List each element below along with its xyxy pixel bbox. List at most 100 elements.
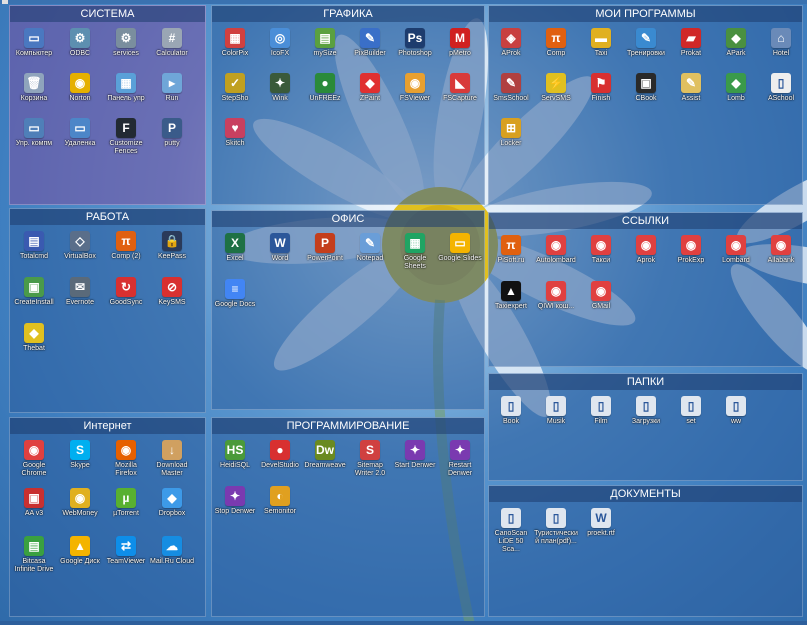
desktop-shortcut[interactable]: ◉ Allabank [759,235,803,265]
desktop-shortcut[interactable]: ◉ Autolombard [534,235,578,265]
desktop-shortcut[interactable]: W Word [258,233,302,263]
desktop-shortcut[interactable]: ◆ Dropbox [150,488,194,518]
desktop-shortcut[interactable]: Ps Photoshop [393,28,437,58]
desktop-shortcut[interactable]: S Sitemap Writer 2.0 [348,440,392,478]
desktop-shortcut[interactable]: ◉ Такси [579,235,623,265]
desktop-shortcut[interactable]: ▦ ColorPix [213,28,257,58]
desktop-shortcut[interactable]: ⌂ Hotel [759,28,803,58]
desktop-shortcut[interactable]: ◉ QIWI кош... [534,281,578,311]
desktop-shortcut[interactable]: P PowerPoint [303,233,347,263]
desktop-shortcut[interactable]: HS HeidiSQL [213,440,257,470]
desktop-shortcut[interactable]: 🗑 Корзина [12,73,56,103]
desktop-shortcut[interactable]: ▯ ASchool [759,73,803,103]
desktop-shortcut[interactable]: ● UnFREEz [303,73,347,103]
desktop-shortcut[interactable]: µ µTorrent [104,488,148,518]
desktop-shortcut[interactable]: ◆ APark [714,28,758,58]
desktop-shortcut[interactable]: ✎ Тренировки [624,28,668,58]
desktop-shortcut[interactable]: ◉ ProkExp [669,235,713,265]
desktop-shortcut[interactable]: ⚑ Finish [579,73,623,103]
desktop-shortcut[interactable]: ⚙ services [104,28,148,58]
desktop-shortcut[interactable]: ◆ Thebat [12,323,56,353]
desktop-shortcut[interactable]: ▰ Prokat [669,28,713,58]
desktop-shortcut[interactable]: ▯ Film [579,396,623,426]
desktop-shortcut[interactable]: ◈ AProk [489,28,533,58]
desktop-shortcut[interactable]: ≡ Google Docs [213,279,257,309]
desktop-shortcut[interactable]: MpMetro [438,28,482,58]
shortcut-label: VirtualBox [64,253,96,260]
desktop-shortcut[interactable]: ◉ Lombard [714,235,758,265]
desktop-shortcut[interactable]: 🔒 KeePass [150,231,194,261]
desktop-shortcut[interactable]: ▭ Упр. компм [12,118,56,148]
desktop-shortcut[interactable]: ▲ Taxiexpert [489,281,533,311]
desktop-shortcut[interactable]: F Customize Fences [104,118,148,156]
desktop-shortcut[interactable]: ◐ Semonitor [258,486,302,516]
desktop-shortcut[interactable]: ✦ Restart Denwer [438,440,482,478]
desktop-shortcut[interactable]: ▯ Book [489,396,533,426]
desktop-shortcut[interactable]: ◎ IcoFX [258,28,302,58]
shortcut-label: Norton [69,95,91,102]
desktop-shortcut[interactable]: ▸ Run [150,73,194,103]
desktop-shortcut[interactable]: ✉ Evernote [58,277,102,307]
desktop-shortcut[interactable]: ⇄ TeamViewer [104,536,148,566]
desktop-shortcut[interactable]: ◉ WebMoney [58,488,102,518]
panel-grafika: ГРАФИКА ▦ ColorPix ◎ IcoFX ▤ mySize ✎ PixBuilde… [211,5,485,205]
desktop-shortcut[interactable]: ◆ Lomb [714,73,758,103]
shortcut-label: putty [164,140,180,147]
desktop-shortcut[interactable]: ● DevelStudio [258,440,302,470]
desktop-shortcut[interactable]: Wproekt.rtf [579,508,623,538]
desktop-shortcut[interactable]: Dw Dreamweave [303,440,347,470]
desktop-shortcut[interactable]: ▬ Taxi [579,28,623,58]
desktop-shortcut[interactable]: ✎ Notepad [348,233,392,263]
desktop-shortcut[interactable]: X Excel [213,233,257,263]
desktop-shortcut[interactable]: ↻ GoodSync [104,277,148,307]
desktop-shortcut[interactable]: ◉ FSViewer [393,73,437,103]
desktop-shortcut[interactable]: ▯ Musik [534,396,578,426]
desktop-shortcut[interactable]: ▣ AA v3 [12,488,56,518]
desktop-shortcut[interactable]: ▭ Компьютер [12,28,56,58]
desktop-shortcut[interactable]: ▦ Google Sheets [393,233,437,271]
desktop-shortcut[interactable]: ◉ Mozilla Firefox [104,440,148,478]
desktop-shortcut[interactable]: ▣ CBook [624,73,668,103]
desktop-shortcut[interactable]: ▭ Удаленка [58,118,102,148]
desktop-shortcut[interactable]: ◆ ZPaint [348,73,392,103]
desktop-shortcut[interactable]: ⊞ Locker [489,118,533,148]
desktop-shortcut[interactable]: ◉ Norton [58,73,102,103]
desktop-shortcut[interactable]: ✓ StepSho [213,73,257,103]
desktop-shortcut[interactable]: ◉ GMail [579,281,623,311]
desktop-shortcut[interactable]: ▣ CreateInstall [12,277,56,307]
desktop-shortcut[interactable]: Pputty [150,118,194,148]
desktop-shortcut[interactable]: ♥ Skitch [213,118,257,148]
desktop-shortcut[interactable]: ⊘ KeySMS [150,277,194,307]
desktop-shortcut[interactable]: ⚙ ODBC [58,28,102,58]
desktop-shortcut[interactable]: ✦ Wink [258,73,302,103]
desktop-shortcut[interactable]: ↓ Download Master [150,440,194,478]
desktop-shortcut[interactable]: ✦ Stop Denwer [213,486,257,516]
desktop-shortcut[interactable]: ▭ Google Slides [438,233,482,263]
desktop-shortcut[interactable]: ▯ Туристический план(pdf)... [534,508,578,546]
desktop-shortcut[interactable]: ▲ Google Диск [58,536,102,566]
desktop-shortcut[interactable]: ⚡ ServSMS [534,73,578,103]
desktop-shortcut[interactable]: ▯ set [669,396,713,426]
desktop-shortcut[interactable]: ✦ Start Denwer [393,440,437,470]
desktop-shortcut[interactable]: ▦ Панель упр [104,73,148,103]
desktop-shortcut[interactable]: ◣ FSCapture [438,73,482,103]
desktop-shortcut[interactable]: π PiSoft.ru [489,235,533,265]
desktop-shortcut[interactable]: ▤ Bitcasa Infinite Drive [12,536,56,574]
desktop-shortcut[interactable]: ✎ PixBuilder [348,28,392,58]
desktop-shortcut[interactable]: ◉ Aprok [624,235,668,265]
shortcut-label: Taxiexpert [495,303,527,310]
desktop-shortcut[interactable]: ▤ mySize [303,28,347,58]
desktop-shortcut[interactable]: ◉ Google Chrome [12,440,56,478]
desktop-shortcut[interactable]: ✎ Assist [669,73,713,103]
desktop-shortcut[interactable]: ▯ Загрузки [624,396,668,426]
desktop-shortcut[interactable]: ▯ CanoScan LiDE 50 Sca... [489,508,533,554]
desktop-shortcut[interactable]: ☁ Mail.Ru Cloud [150,536,194,566]
desktop-shortcut[interactable]: ▤ Totalcmd [12,231,56,261]
desktop-shortcut[interactable]: ✎ SmsSchool [489,73,533,103]
desktop-shortcut[interactable]: π Comp (2) [104,231,148,261]
desktop-shortcut[interactable]: ▯ ww [714,396,758,426]
desktop-shortcut[interactable]: ◇ VirtualBox [58,231,102,261]
desktop-shortcut[interactable]: π Comp [534,28,578,58]
desktop-shortcut[interactable]: S Skype [58,440,102,470]
desktop-shortcut[interactable]: # Calculator [150,28,194,58]
